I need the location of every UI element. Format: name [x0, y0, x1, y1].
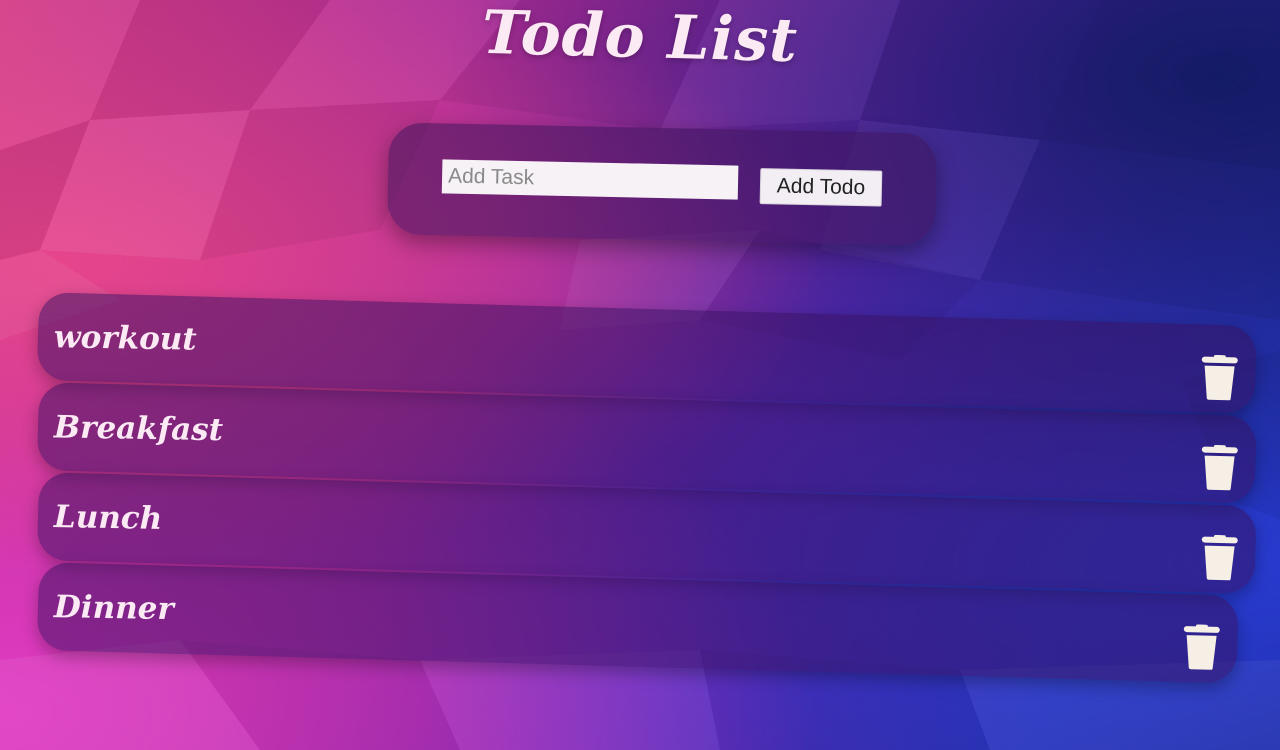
- todo-list: workout Breakfast Lunch Dinner: [0, 0, 1280, 750]
- trash-icon[interactable]: [1199, 354, 1240, 401]
- todo-item-text: Breakfast: [53, 409, 224, 449]
- trash-icon[interactable]: [1199, 444, 1240, 491]
- trash-icon[interactable]: [1199, 534, 1240, 581]
- todo-item-text: workout: [53, 319, 197, 358]
- todo-item-text: Dinner: [53, 589, 175, 628]
- trash-icon[interactable]: [1181, 624, 1222, 671]
- todo-item-text: Lunch: [53, 499, 163, 537]
